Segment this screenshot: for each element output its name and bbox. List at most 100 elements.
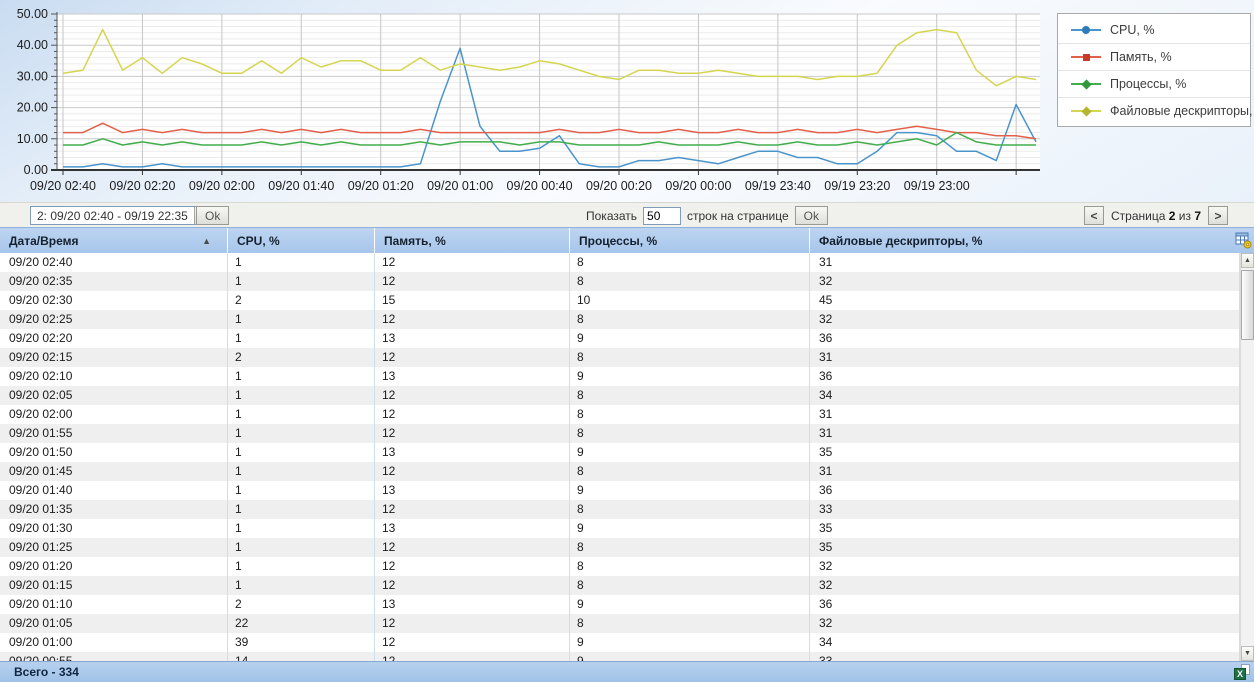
- table-cell: 35: [810, 538, 1240, 557]
- table-row[interactable]: 09/20 01:55112831: [0, 424, 1240, 443]
- x-axis-tick-label: 09/20 02:40: [30, 179, 96, 193]
- table-cell: 09/20 01:05: [0, 614, 228, 633]
- time-range-value: 2: 09/20 02:40 - 09/19 22:35: [31, 207, 194, 224]
- table-cell: 8: [570, 348, 810, 367]
- legend-item: CPU, %: [1058, 16, 1250, 43]
- table-row[interactable]: 09/20 01:35112833: [0, 500, 1240, 519]
- legend-marker-icon: [1071, 105, 1101, 117]
- vertical-scrollbar[interactable]: ▲ ▼: [1240, 253, 1254, 661]
- table-cell: 09/20 02:20: [0, 329, 228, 348]
- table-cell: 12: [375, 405, 570, 424]
- table-cell: 12: [375, 557, 570, 576]
- column-header-datetime[interactable]: Дата/Время ▲: [0, 228, 228, 253]
- table-row[interactable]: 09/20 02:05112834: [0, 386, 1240, 405]
- table-row[interactable]: 09/20 01:45112831: [0, 462, 1240, 481]
- table-cell: 31: [810, 348, 1240, 367]
- table-cell: 33: [810, 652, 1240, 661]
- prev-page-button[interactable]: <: [1084, 206, 1104, 225]
- table-cell: 13: [375, 595, 570, 614]
- y-axis-tick-label: 0.00: [24, 163, 48, 177]
- table-row[interactable]: 09/20 01:15112832: [0, 576, 1240, 595]
- table-row[interactable]: 09/20 01:30113935: [0, 519, 1240, 538]
- table-cell: 09/20 01:10: [0, 595, 228, 614]
- range-ok-button[interactable]: Ok: [196, 206, 229, 225]
- table-row[interactable]: 09/20 01:003912934: [0, 633, 1240, 652]
- legend-item: Процессы, %: [1058, 70, 1250, 97]
- legend-label: Процессы, %: [1110, 77, 1186, 91]
- excel-export-icon[interactable]: X: [1234, 664, 1250, 680]
- table-cell: 8: [570, 272, 810, 291]
- x-axis-tick-label: 09/20 01:00: [427, 179, 493, 193]
- table-cell: 13: [375, 443, 570, 462]
- page-indicator: Страница 2 из 7: [1111, 209, 1201, 223]
- table-row[interactable]: 09/20 02:15212831: [0, 348, 1240, 367]
- scroll-up-icon[interactable]: ▲: [1241, 253, 1254, 268]
- sort-asc-icon[interactable]: ▲: [202, 236, 211, 246]
- table-cell: 10: [570, 291, 810, 310]
- table-cell: 09/20 01:20: [0, 557, 228, 576]
- table-row[interactable]: 09/20 02:40112831: [0, 253, 1240, 272]
- legend-marker-icon: [1071, 51, 1101, 63]
- table-cell: 12: [375, 348, 570, 367]
- rows-per-page-suffix: строк на странице: [687, 209, 789, 223]
- table-cell: 32: [810, 272, 1240, 291]
- table-cell: 1: [228, 500, 375, 519]
- column-header-file-descriptors[interactable]: Файловые дескрипторы, %: [810, 228, 1254, 253]
- column-header-processes[interactable]: Процессы, %: [570, 228, 810, 253]
- table-row[interactable]: 09/20 02:25112832: [0, 310, 1240, 329]
- scroll-down-icon[interactable]: ▼: [1241, 646, 1254, 661]
- table-cell: 8: [570, 557, 810, 576]
- scrollbar-thumb[interactable]: [1241, 270, 1254, 340]
- table-cell: 1: [228, 310, 375, 329]
- column-header-cpu[interactable]: CPU, %: [228, 228, 375, 253]
- time-range-select[interactable]: 2: 09/20 02:40 - 09/19 22:35 ▼: [30, 206, 212, 225]
- table-cell: 1: [228, 272, 375, 291]
- total-pages: 7: [1194, 209, 1201, 223]
- table-row[interactable]: 09/20 01:20112832: [0, 557, 1240, 576]
- table-cell: 14: [228, 652, 375, 661]
- table-row[interactable]: 09/20 02:302151045: [0, 291, 1240, 310]
- table-cell: 12: [375, 500, 570, 519]
- legend-marker-icon: [1071, 24, 1101, 36]
- table-cell: 15: [375, 291, 570, 310]
- table-row[interactable]: 09/20 02:35112832: [0, 272, 1240, 291]
- table-cell: 9: [570, 367, 810, 386]
- table-cell: 1: [228, 557, 375, 576]
- table-cell: 09/20 01:35: [0, 500, 228, 519]
- table-cell: 1: [228, 538, 375, 557]
- rows-ok-button[interactable]: Ok: [795, 206, 828, 225]
- table-cell: 8: [570, 614, 810, 633]
- y-axis-tick-label: 30.00: [17, 69, 48, 83]
- table-cell: 09/20 01:25: [0, 538, 228, 557]
- table-cell: 12: [375, 614, 570, 633]
- rows-per-page-input[interactable]: [643, 207, 681, 225]
- table-cell: 09/20 01:50: [0, 443, 228, 462]
- table-cell: 2: [228, 348, 375, 367]
- table-row[interactable]: 09/20 01:10213936: [0, 595, 1240, 614]
- table-row[interactable]: 09/20 00:551412933: [0, 652, 1240, 661]
- x-axis-tick-label: 09/19 23:20: [824, 179, 890, 193]
- table-cell: 9: [570, 481, 810, 500]
- table-row[interactable]: 09/20 02:00112831: [0, 405, 1240, 424]
- chart-legend: CPU, %Память, %Процессы, %Файловые дескр…: [1057, 13, 1251, 127]
- next-page-button[interactable]: >: [1208, 206, 1228, 225]
- table-row[interactable]: 09/20 01:50113935: [0, 443, 1240, 462]
- table-row[interactable]: 09/20 02:20113936: [0, 329, 1240, 348]
- table-cell: 1: [228, 424, 375, 443]
- x-axis-tick-label: 09/20 02:20: [109, 179, 175, 193]
- table-cell: 09/20 02:35: [0, 272, 228, 291]
- table-row[interactable]: 09/20 02:10113936: [0, 367, 1240, 386]
- column-settings-icon[interactable]: [1235, 232, 1252, 249]
- table-row[interactable]: 09/20 01:40113936: [0, 481, 1240, 500]
- table-cell: 09/20 01:45: [0, 462, 228, 481]
- table-cell: 2: [228, 291, 375, 310]
- y-axis-tick-label: 50.00: [17, 7, 48, 21]
- monitoring-page: 0.0010.0020.0030.0040.0050.0009/20 02:40…: [0, 0, 1254, 682]
- x-axis-tick-label: 09/19 23:00: [904, 179, 970, 193]
- table-cell: 13: [375, 367, 570, 386]
- column-header-memory[interactable]: Память, %: [375, 228, 570, 253]
- table-cell: 8: [570, 253, 810, 272]
- table-row[interactable]: 09/20 01:052212832: [0, 614, 1240, 633]
- table-cell: 36: [810, 329, 1240, 348]
- table-row[interactable]: 09/20 01:25112835: [0, 538, 1240, 557]
